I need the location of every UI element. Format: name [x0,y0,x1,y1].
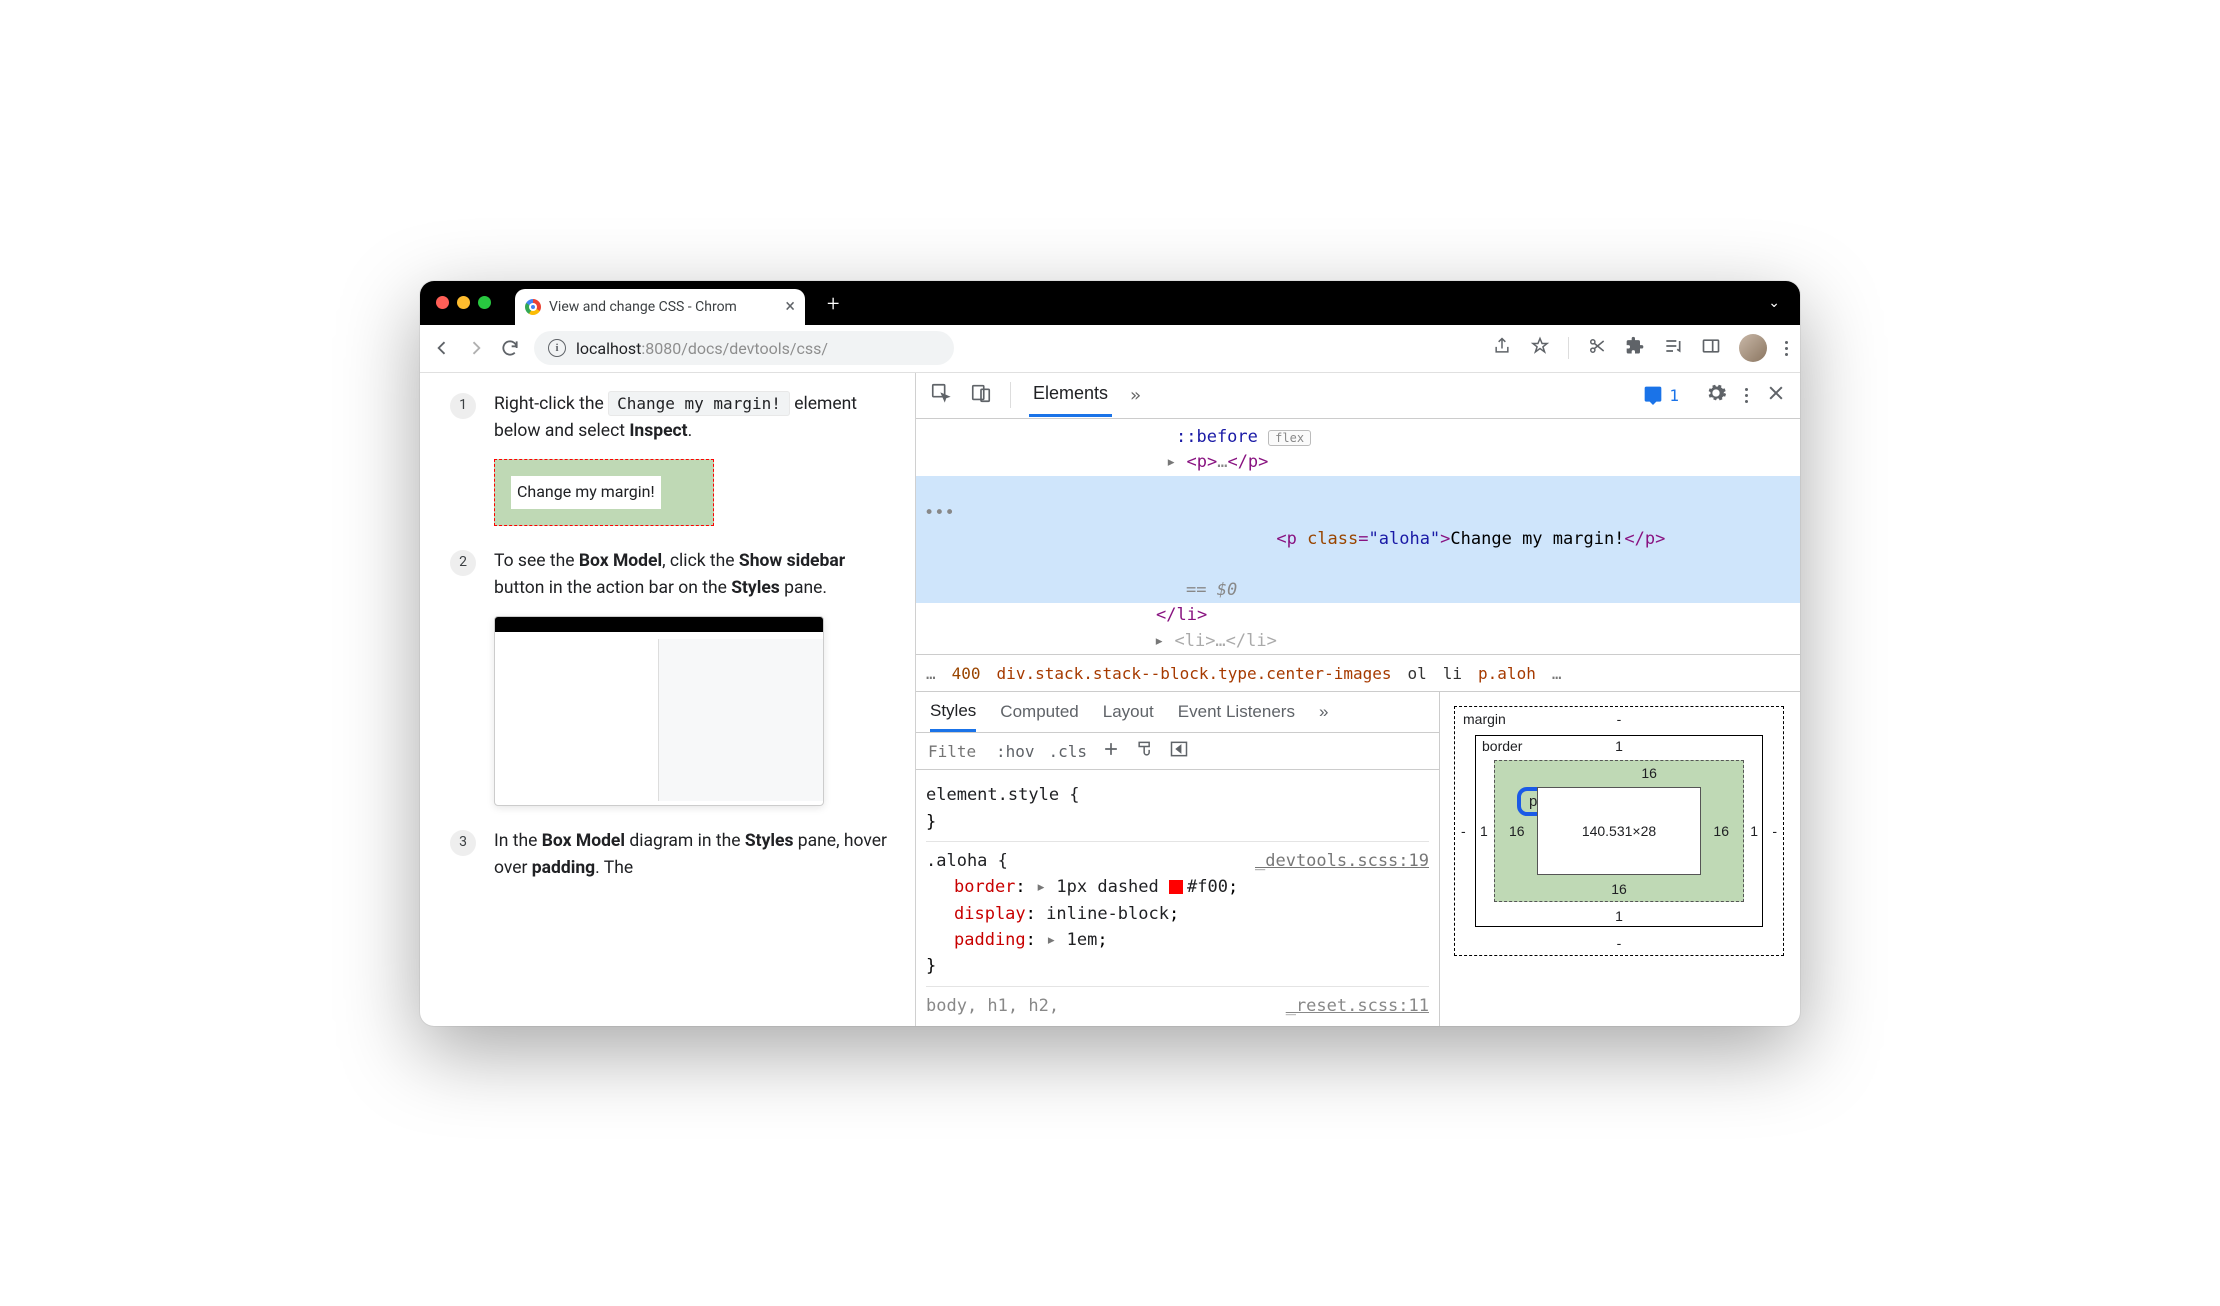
demo-text: Change my margin! [511,476,661,509]
more-tabs-icon[interactable]: » [1319,702,1328,722]
new-rule-icon[interactable] [1101,739,1121,763]
inline-code: Change my margin! [608,391,790,416]
box-model-content[interactable]: 140.531×28 [1537,787,1701,875]
separator [1568,337,1569,359]
device-toggle-icon[interactable] [970,382,992,408]
tab-styles[interactable]: Styles [930,701,976,732]
browser-toolbar: i localhost:8080/docs/devtools/css/ [420,325,1800,373]
box-model-pane: margin - - - - border 1 1 1 1 padding [1440,692,1800,1026]
dom-row[interactable]: ▸ <li>…</li> [916,629,1800,655]
close-devtools-icon[interactable] [1766,383,1786,407]
dom-row: == $0 [916,578,1800,604]
close-window-icon[interactable] [436,296,449,309]
devtools-panel: Elements » 1 ::before flex ▸ <p>…</p> ••… [915,373,1800,1026]
address-bar[interactable]: i localhost:8080/docs/devtools/css/ [534,331,954,365]
fullscreen-window-icon[interactable] [478,296,491,309]
minimize-window-icon[interactable] [457,296,470,309]
dom-row[interactable]: ::before flex [916,425,1800,451]
reload-button[interactable] [500,338,520,358]
hov-toggle[interactable]: :hov [996,742,1035,761]
tab-event-listeners[interactable]: Event Listeners [1178,702,1295,722]
step-number: 2 [450,550,476,576]
demo-element[interactable]: Change my margin! [494,459,714,526]
devtools-header: Elements » 1 [916,373,1800,419]
source-link[interactable]: _devtools.scss:19 [1255,848,1429,874]
step-1: 1 Right-click the Change my margin! elem… [450,391,895,526]
tab-computed[interactable]: Computed [1000,702,1078,722]
text: Right-click the [494,394,608,414]
cls-toggle[interactable]: .cls [1049,742,1088,761]
breadcrumb[interactable]: … 400 div.stack.stack--block.type.center… [916,654,1800,692]
styles-subtabs: Styles Computed Layout Event Listeners » [916,692,1439,733]
tab-list-chevron-icon[interactable]: ⌄ [1768,295,1780,311]
web-page: 1 Right-click the Change my margin! elem… [420,373,915,1026]
url-text: localhost:8080/docs/devtools/css/ [576,339,828,358]
inline-screenshot [494,616,824,806]
new-tab-button[interactable]: + [827,292,839,317]
css-rules[interactable]: element.style { } _devtools.scss:19 .alo… [916,770,1439,1025]
close-tab-icon[interactable]: × [785,296,795,317]
overflow-dots-icon[interactable]: ••• [924,501,955,527]
filter-input[interactable] [928,742,982,761]
computed-sidebar-icon[interactable] [1169,739,1189,763]
reading-list-icon[interactable] [1663,336,1683,360]
settings-gear-icon[interactable] [1705,382,1727,408]
dom-row[interactable]: </li> [916,603,1800,629]
tab-strip: View and change CSS - Chrom × + ⌄ [420,281,1800,325]
issues-badge[interactable]: 1 [1635,383,1687,407]
extensions-icon[interactable] [1625,336,1645,360]
text-bold: Inspect [629,421,687,441]
site-info-icon[interactable]: i [548,339,566,357]
step-3: 3 In the Box Model diagram in the Styles… [450,828,895,882]
styles-pane: Styles Computed Layout Event Listeners »… [916,692,1440,1026]
chrome-favicon-icon [525,299,541,315]
profile-avatar[interactable] [1739,334,1767,362]
separator [1010,382,1011,408]
side-panel-icon[interactable] [1701,336,1721,360]
tab-layout[interactable]: Layout [1103,702,1154,722]
paint-icon[interactable] [1135,739,1155,763]
styles-filter-bar: :hov .cls [916,733,1439,770]
dom-row[interactable]: ▸ <p>…</p> [916,450,1800,476]
window-controls[interactable] [436,296,491,309]
back-button[interactable] [432,338,452,358]
forward-button[interactable] [466,338,486,358]
step-number: 1 [450,393,476,419]
share-icon[interactable] [1492,336,1512,360]
dom-row-selected[interactable]: ••• <p class="aloha">Change my margin!</… [916,476,1800,578]
tab-title: View and change CSS - Chrom [549,299,737,315]
browser-tab[interactable]: View and change CSS - Chrom × [515,289,805,325]
dom-tree[interactable]: ::before flex ▸ <p>…</p> ••• <p class="a… [916,419,1800,655]
browser-window: View and change CSS - Chrom × + ⌄ i loca… [420,281,1800,1026]
chrome-menu-icon[interactable] [1785,341,1788,356]
box-model-diagram[interactable]: margin - - - - border 1 1 1 1 padding [1454,706,1784,956]
color-swatch-icon[interactable] [1169,880,1183,894]
step-2: 2 To see the Box Model, click the Show s… [450,548,895,806]
bookmark-star-icon[interactable] [1530,336,1550,360]
more-tabs-icon[interactable]: » [1130,385,1141,406]
elements-tab[interactable]: Elements [1029,373,1112,417]
devtools-menu-icon[interactable] [1745,388,1748,403]
inspect-icon[interactable] [930,382,952,408]
step-number: 3 [450,830,476,856]
scissors-icon[interactable] [1587,336,1607,360]
content-area: 1 Right-click the Change my margin! elem… [420,373,1800,1026]
